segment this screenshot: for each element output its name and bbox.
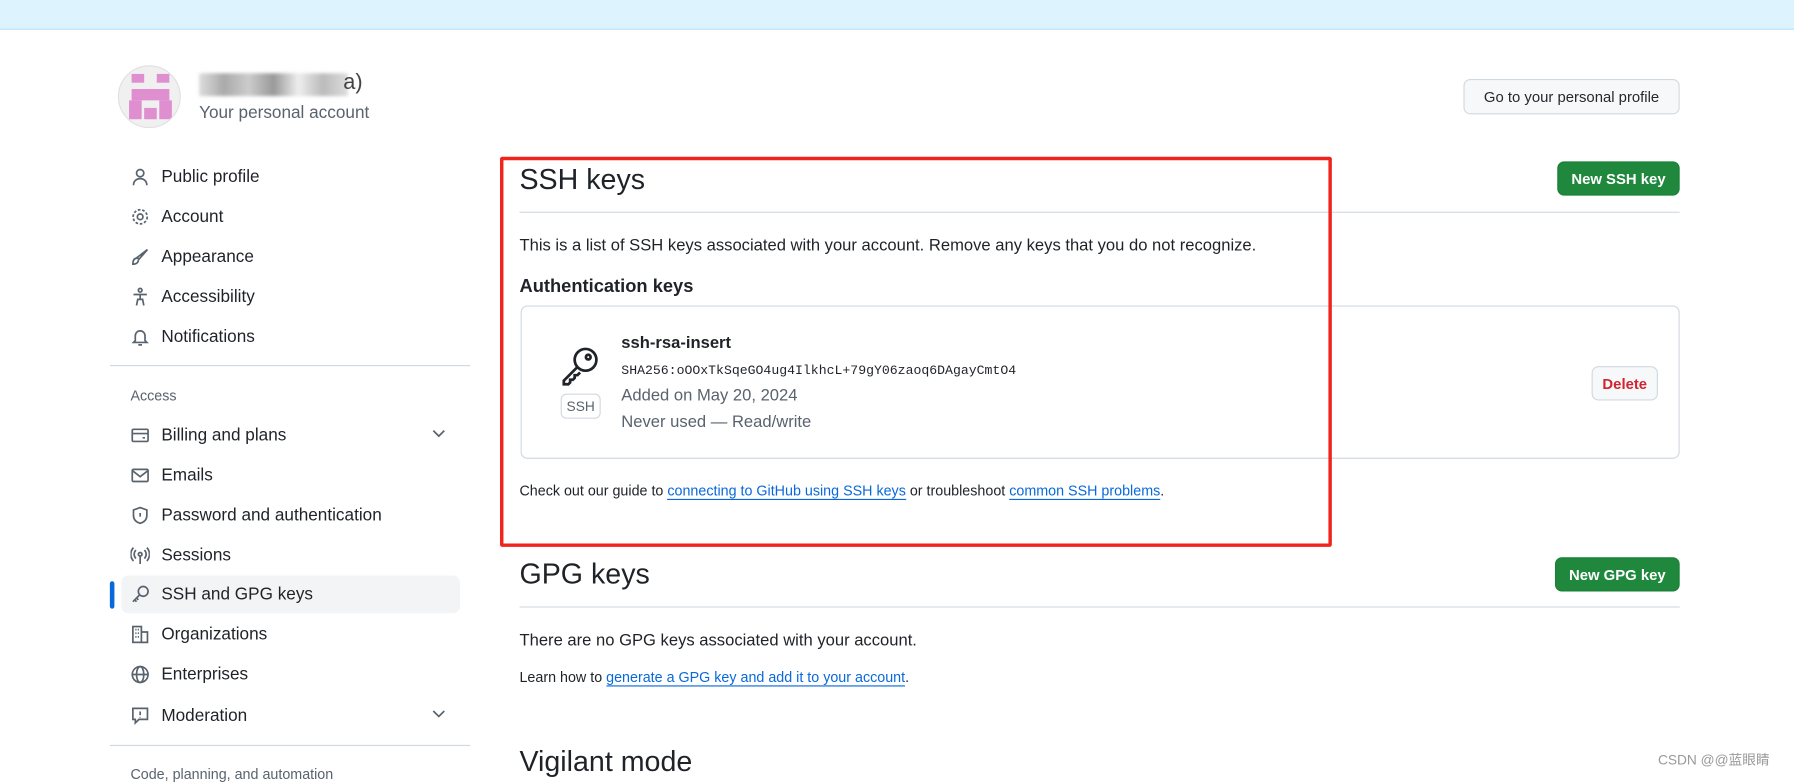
credit-card-icon — [128, 426, 151, 445]
sidebar-item-label: Notifications — [161, 327, 255, 347]
sidebar-item-label: Billing and plans — [161, 425, 287, 446]
sidebar-item-public-profile[interactable]: Public profile — [121, 158, 460, 196]
sidebar-item-organizations[interactable]: Organizations — [121, 616, 460, 654]
delete-key-button[interactable]: Delete — [1591, 366, 1658, 401]
sidebar-divider — [109, 744, 471, 747]
new-ssh-key-button[interactable]: New SSH key — [1557, 161, 1680, 196]
accessibility-icon — [128, 287, 151, 306]
sidebar-item-sessions[interactable]: Sessions — [121, 537, 460, 575]
sidebar-item-label: Password and authentication — [161, 505, 382, 526]
account-name-redacted — [199, 73, 348, 97]
sidebar-item-enterprises[interactable]: Enterprises — [121, 656, 460, 694]
gpg-learn-text: Learn how to generate a GPG key and add … — [519, 669, 910, 687]
section-divider — [519, 606, 1680, 608]
sidebar-item-appearance[interactable]: Appearance — [121, 238, 460, 276]
learn-text: Learn how to — [519, 669, 607, 686]
watermark: CSDN @@蓝眼睛 — [1657, 751, 1770, 768]
generate-gpg-key-link[interactable]: generate a GPG key and add it to your ac… — [606, 669, 906, 687]
gpg-keys-title: GPG keys — [519, 558, 650, 591]
account-subtitle: Your personal account — [199, 102, 370, 123]
highlight-box — [500, 156, 1332, 547]
gear-icon — [128, 207, 151, 226]
sidebar-item-ssh-gpg-keys[interactable]: SSH and GPG keys — [121, 575, 460, 614]
account-name-suffix: a) — [343, 70, 363, 95]
sidebar-item-label: Sessions — [161, 545, 231, 566]
selected-indicator — [109, 581, 115, 609]
sidebar-heading-access: Access — [130, 387, 177, 404]
sidebar-item-password[interactable]: Password and authentication — [121, 497, 460, 535]
organization-icon — [128, 625, 151, 644]
sidebar-item-label: Moderation — [161, 705, 248, 726]
globe-icon — [128, 665, 151, 684]
key-icon — [128, 585, 151, 604]
avatar[interactable] — [117, 65, 181, 129]
chevron-down-icon[interactable] — [429, 423, 448, 447]
sidebar-heading-code: Code, planning, and automation — [130, 766, 334, 783]
sidebar-item-label: Emails — [161, 465, 213, 486]
mail-icon — [128, 466, 151, 485]
sidebar-item-notifications[interactable]: Notifications — [121, 318, 460, 356]
sidebar-item-label: Accessibility — [161, 287, 255, 307]
sidebar-item-label: Organizations — [161, 624, 268, 645]
new-gpg-key-button[interactable]: New GPG key — [1554, 557, 1680, 592]
learn-text: . — [905, 669, 910, 686]
sidebar-divider — [109, 364, 471, 367]
sidebar-item-label: Appearance — [161, 247, 254, 267]
top-banner — [0, 0, 1794, 30]
sidebar-item-label: SSH and GPG keys — [161, 584, 314, 605]
sidebar-item-label: Public profile — [161, 167, 260, 187]
vigilant-mode-title: Vigilant mode — [519, 746, 693, 779]
sidebar-item-billing[interactable]: Billing and plans — [121, 416, 460, 454]
person-icon — [128, 167, 151, 186]
shield-icon — [128, 506, 151, 525]
sidebar-item-emails[interactable]: Emails — [121, 457, 460, 495]
sidebar-item-accessibility[interactable]: Accessibility — [121, 278, 460, 316]
sidebar-item-account[interactable]: Account — [121, 198, 460, 236]
paintbrush-icon — [128, 247, 151, 266]
go-to-profile-button[interactable]: Go to your personal profile — [1463, 78, 1680, 115]
chevron-down-icon[interactable] — [429, 704, 448, 728]
bell-icon — [128, 327, 151, 346]
broadcast-icon — [128, 546, 151, 565]
sidebar-item-label: Enterprises — [161, 664, 249, 685]
gpg-empty-text: There are no GPG keys associated with yo… — [519, 631, 917, 650]
sidebar-item-label: Account — [161, 207, 224, 227]
sidebar-item-moderation[interactable]: Moderation — [121, 697, 460, 735]
report-icon — [128, 706, 151, 726]
